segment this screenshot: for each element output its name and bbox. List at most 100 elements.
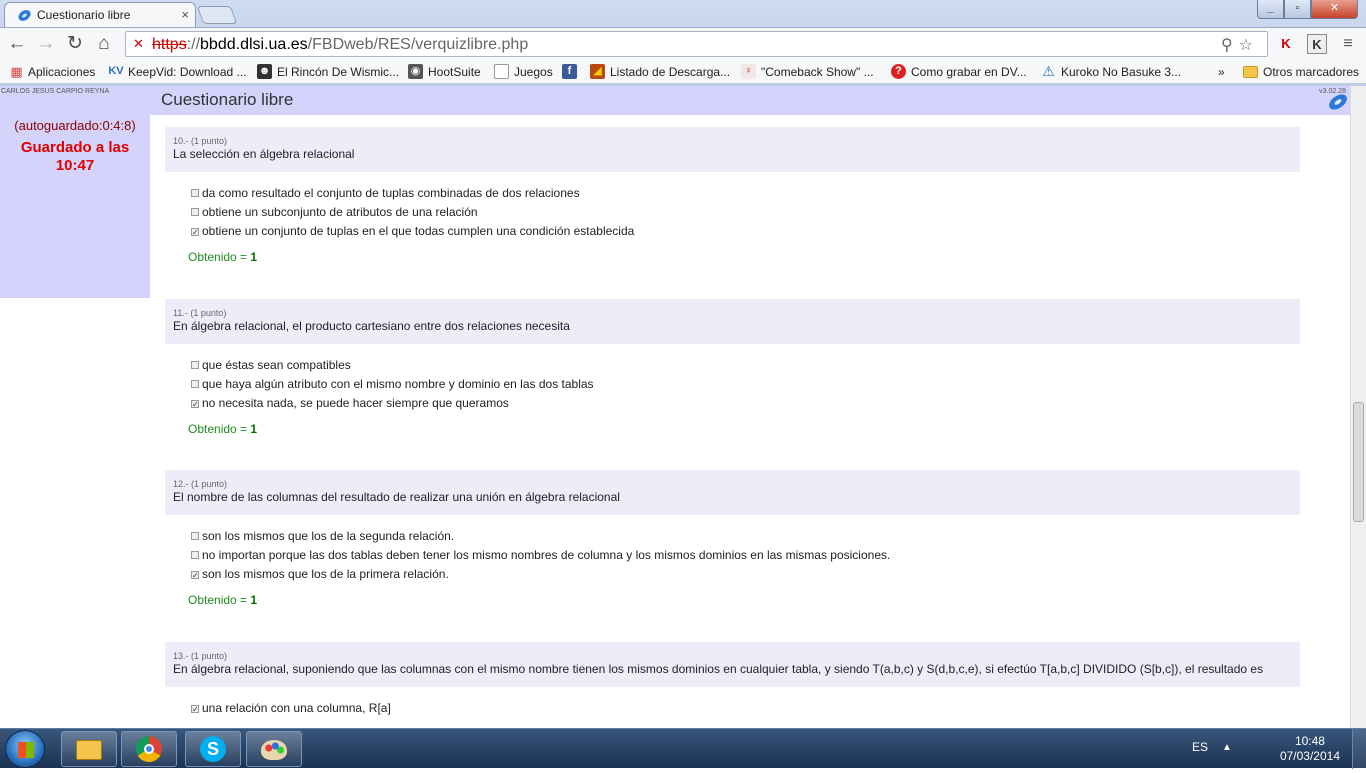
tab-cuestionario[interactable]: Cuestionario libre × <box>4 2 196 27</box>
page-title: Cuestionario libre <box>161 90 294 109</box>
bookmark-apps[interactable]: ▦ Aplicaciones <box>8 63 95 81</box>
score-label: Obtenido = <box>188 250 248 264</box>
extension-k-icon[interactable]: K <box>1307 34 1327 54</box>
tab-strip: Cuestionario libre × _ ▫ ✕ <box>0 0 1366 27</box>
autosave-timer: (autoguardado:0:4:8) <box>14 118 136 133</box>
checkbox-checked[interactable]: ✓ <box>191 228 199 237</box>
skype-taskbar-icon[interactable]: S <box>185 731 241 767</box>
new-tab-button[interactable] <box>196 6 238 24</box>
option-text: son los mismos que los de la segunda rel… <box>202 529 455 543</box>
checkbox-checked[interactable]: ✓ <box>191 705 199 714</box>
question-text: El nombre de las columnas del resultado … <box>173 490 620 504</box>
bookmark-other[interactable]: Otros marcadores <box>1243 63 1359 81</box>
options-list: ✓ una relación con una columna, R[a] <box>165 687 1300 718</box>
checkbox[interactable] <box>191 361 199 369</box>
start-button[interactable] <box>5 730 45 768</box>
maximize-button[interactable]: ▫ <box>1284 0 1311 19</box>
option[interactable]: obtiene un subconjunto de atributos de u… <box>191 203 1300 222</box>
question-header: 13.- (1 punto) En álgebra relacional, su… <box>165 642 1300 687</box>
score-result: Obtenido = 1 <box>188 250 1300 264</box>
tab-title: Cuestionario libre <box>37 8 131 22</box>
question-header: 10.- (1 punto) La selección en álgebra r… <box>165 127 1300 172</box>
question-block: 11.- (1 punto) En álgebra relacional, el… <box>165 299 1300 436</box>
minimize-button[interactable]: _ <box>1257 0 1284 19</box>
home-icon[interactable]: ⌂ <box>92 32 116 56</box>
score-result: Obtenido = 1 <box>188 593 1300 607</box>
show-desktop-button[interactable] <box>1352 729 1366 769</box>
bookmarks-overflow-chevron-icon[interactable]: » <box>1218 63 1225 81</box>
explorer-taskbar-icon[interactable] <box>61 731 117 767</box>
option[interactable]: ✓ una relación con una columna, R[a] <box>191 699 1300 718</box>
question-text: La selección en álgebra relacional <box>173 147 355 161</box>
page-content: CARLOS JESUS CARPIO REYNA Cuestionario l… <box>0 86 1366 728</box>
checkbox[interactable] <box>191 551 199 559</box>
menu-icon[interactable]: ≡ <box>1338 34 1358 54</box>
hootsuite-owl-icon: ◉ <box>408 64 423 79</box>
flame-icon: ◢ <box>590 64 605 79</box>
bookmark-kuroko[interactable]: ⚠ Kuroko No Basuke 3... <box>1041 63 1181 81</box>
bookmark-label: Listado de Descarga... <box>610 65 731 79</box>
checkbox[interactable] <box>191 532 199 540</box>
option[interactable]: ✓ obtiene un conjunto de tuplas en el que… <box>191 222 1300 241</box>
bookmark-listado[interactable]: ◢ Listado de Descarga... <box>590 63 730 81</box>
tab-close-icon[interactable]: × <box>181 7 189 22</box>
bookmark-keepvid[interactable]: KV KeepVid: Download ... <box>107 63 247 81</box>
options-list: da como resultado el conjunto de tuplas … <box>165 172 1300 241</box>
url-separator: :// <box>186 36 201 53</box>
bookmark-label: KeepVid: Download ... <box>128 65 247 79</box>
forward-icon[interactable]: → <box>34 32 58 56</box>
checkbox[interactable] <box>191 208 199 216</box>
reload-icon[interactable]: ↻ <box>63 32 87 56</box>
option[interactable]: ✓ son los mismos que los de la primera re… <box>191 565 1300 584</box>
bookmark-rincon[interactable]: ☻ El Rincón De Wismic... <box>257 63 399 81</box>
url-path: /FBDweb/RES/verquizlibre.php <box>307 36 529 53</box>
system-tray: ES ▲ 10:48 07/03/2014 <box>1166 729 1366 769</box>
address-bar[interactable]: ✕ https://bbdd.dlsi.ua.es/FBDweb/RES/ver… <box>125 31 1268 57</box>
option[interactable]: ✓ no necesita nada, se puede hacer siempr… <box>191 394 1300 413</box>
scrollbar-thumb[interactable] <box>1353 402 1364 522</box>
kaspersky-extension-icon[interactable]: K <box>1276 34 1296 54</box>
option[interactable]: que éstas sean compatibles <box>191 356 1300 375</box>
url-text[interactable]: https://bbdd.dlsi.ua.es/FBDweb/RES/verqu… <box>152 36 528 54</box>
insecure-lock-icon[interactable]: ✕ <box>133 37 147 51</box>
bookmark-hootsuite[interactable]: ◉ HootSuite <box>408 63 481 81</box>
checkbox-checked[interactable]: ✓ <box>191 571 199 580</box>
back-icon[interactable]: ← <box>5 32 29 56</box>
url-host: bbdd.dlsi.ua.es <box>200 36 308 53</box>
checkbox-checked[interactable]: ✓ <box>191 400 199 409</box>
browser-chrome: Cuestionario libre × _ ▫ ✕ ← → ↻ ⌂ ✕ htt… <box>0 0 1366 86</box>
option[interactable]: que haya algún atributo con el mismo nom… <box>191 375 1300 394</box>
app-logo-icon <box>1329 94 1347 110</box>
bookmark-comeback[interactable]: ♀ "Comeback Show" ... <box>741 63 874 81</box>
language-indicator[interactable]: ES <box>1192 740 1208 754</box>
bookmarks-bar: ▦ Aplicaciones KV KeepVid: Download ... ☻ E… <box>0 59 1366 84</box>
page-header: CARLOS JESUS CARPIO REYNA Cuestionario l… <box>0 86 1350 115</box>
sidebar: (autoguardado:0:4:8) Guardado a las 10:4… <box>0 115 150 298</box>
bookmark-star-icon[interactable]: ☆ <box>1239 37 1259 54</box>
bookmark-label: Aplicaciones <box>28 65 96 79</box>
option[interactable]: no importan porque las dos tablas deben … <box>191 546 1300 565</box>
question-block: 10.- (1 punto) La selección en álgebra r… <box>165 127 1300 264</box>
bookmark-grabar[interactable]: ? Como grabar en DV... <box>891 63 1027 81</box>
taskbar: S ES ▲ 10:48 07/03/2014 <box>0 728 1366 769</box>
score-result: Obtenido = 1 <box>188 422 1300 436</box>
option-text: obtiene un subconjunto de atributos de u… <box>202 205 478 219</box>
checkbox[interactable] <box>191 380 199 388</box>
paint-taskbar-icon[interactable] <box>246 731 302 767</box>
chrome-taskbar-icon[interactable] <box>121 731 177 767</box>
score-label: Obtenido = <box>188 593 248 607</box>
close-window-button[interactable]: ✕ <box>1311 0 1358 19</box>
search-icon[interactable]: ⚲ <box>1221 37 1239 54</box>
score-value: 1 <box>250 422 258 436</box>
bookmark-juegos[interactable]: Juegos <box>494 63 553 81</box>
option[interactable]: da como resultado el conjunto de tuplas … <box>191 184 1300 203</box>
tray-expand-icon[interactable]: ▲ <box>1222 742 1232 753</box>
clock-date: 07/03/2014 <box>1279 749 1340 763</box>
user-name: CARLOS JESUS CARPIO REYNA <box>1 88 110 95</box>
page-scrollbar[interactable] <box>1350 86 1366 728</box>
checkbox[interactable] <box>191 189 199 197</box>
clock[interactable]: 10:48 07/03/2014 <box>1280 734 1340 764</box>
bookmark-label: El Rincón De Wismic... <box>277 65 400 79</box>
bookmark-facebook[interactable]: f <box>562 63 580 81</box>
option[interactable]: son los mismos que los de la segunda rel… <box>191 527 1300 546</box>
